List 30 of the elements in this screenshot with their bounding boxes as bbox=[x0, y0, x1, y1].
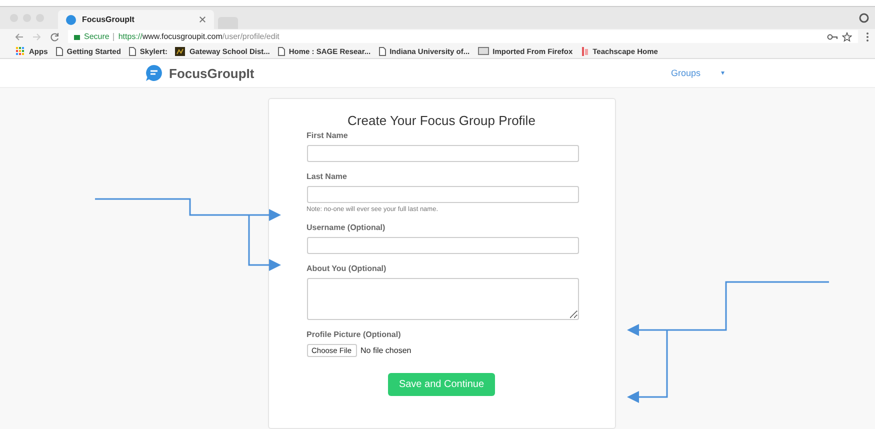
field-label: First Name bbox=[306, 131, 349, 140]
page-icon bbox=[378, 46, 386, 56]
star-icon[interactable] bbox=[842, 32, 852, 42]
forward-icon[interactable] bbox=[32, 32, 42, 42]
apps-grid-icon bbox=[16, 46, 25, 56]
page-icon bbox=[128, 46, 136, 56]
address-field[interactable]: Secure https://www.focusgroupit.com/user/profile/edit bbox=[68, 30, 858, 43]
browser-tab[interactable]: FocusGroupIt bbox=[58, 10, 214, 29]
field-label: About You (Optional) bbox=[306, 264, 388, 273]
text-area[interactable] bbox=[306, 278, 578, 320]
key-icon[interactable] bbox=[827, 34, 838, 40]
page-icon bbox=[278, 46, 285, 56]
image-icon bbox=[175, 46, 186, 56]
folder-icon bbox=[478, 47, 489, 55]
form-title: Create Your Focus Group Profile bbox=[346, 113, 536, 128]
file-status-text: No file chosen bbox=[360, 346, 412, 355]
field-label: Last Name bbox=[306, 172, 348, 181]
close-icon[interactable] bbox=[199, 16, 206, 23]
new-tab-button[interactable] bbox=[218, 17, 238, 29]
input-field[interactable] bbox=[306, 145, 578, 162]
page-icon bbox=[56, 46, 63, 56]
field-label: Profile Picture (Optional) bbox=[306, 330, 402, 339]
input-field[interactable] bbox=[306, 237, 578, 254]
site-logo-text[interactable]: FocusGroupIt bbox=[169, 66, 254, 80]
bars-icon bbox=[580, 46, 589, 56]
menu-icon[interactable] bbox=[866, 32, 869, 42]
back-icon[interactable] bbox=[14, 32, 24, 42]
field-label: Username (Optional) bbox=[306, 223, 386, 232]
input-field[interactable] bbox=[306, 186, 578, 203]
reload-icon[interactable] bbox=[50, 32, 60, 42]
